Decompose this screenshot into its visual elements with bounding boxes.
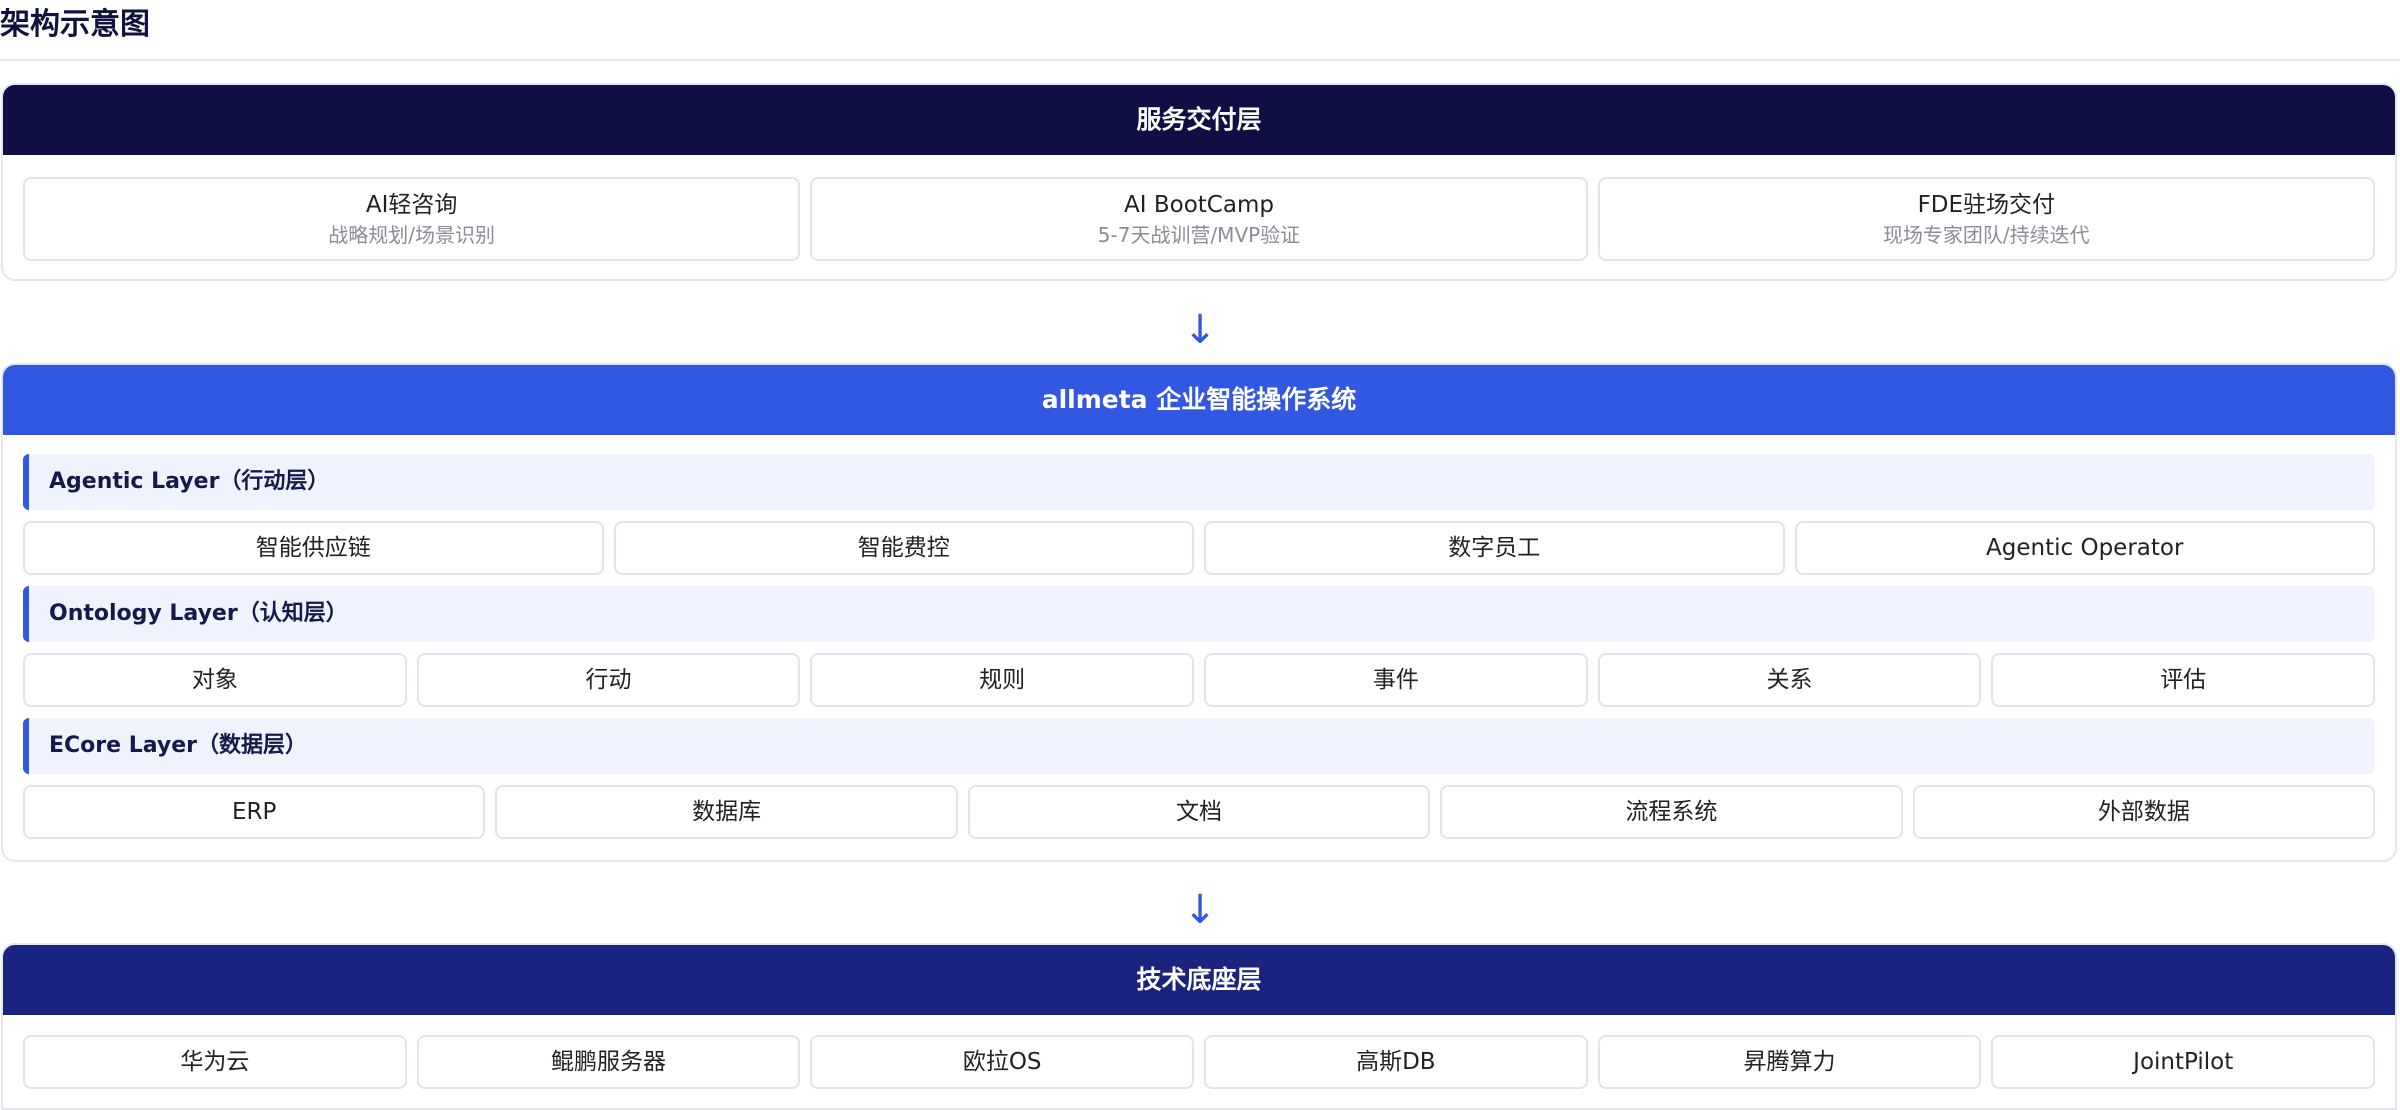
ontology-card[interactable]: 行动 (416, 653, 801, 707)
page-title: 架构示意图 (0, 7, 150, 42)
ontology-card[interactable]: 评估 (1991, 653, 2376, 707)
tech-card[interactable]: 华为云 (23, 1035, 407, 1089)
agentic-card[interactable]: 智能供应链 (23, 521, 604, 575)
agentic-card[interactable]: 智能费控 (613, 521, 1194, 575)
service-card-ai-bootcamp[interactable]: AI BootCamp 5-7天战训营/MVP验证 (810, 177, 1588, 261)
tech-card[interactable]: 高斯DB (1204, 1035, 1588, 1089)
down-arrow-icon: ↓ (1183, 887, 1217, 933)
service-layer-title: 服务交付层 (3, 85, 2395, 155)
agentic-layer-label: Agentic Layer（行动层） (23, 454, 2375, 510)
ecore-card[interactable]: 外部数据 (1912, 785, 2376, 839)
tech-layer-title: 技术底座层 (3, 945, 2395, 1015)
agentic-card[interactable]: Agentic Operator (1794, 521, 2375, 575)
service-layer-cards: AI轻咨询 战略规划/场景识别 AI BootCamp 5-7天战训营/MVP验… (23, 177, 2375, 261)
ontology-card[interactable]: 事件 (1204, 653, 1588, 707)
ontology-layer-label: Ontology Layer（认知层） (23, 586, 2375, 642)
ecore-card[interactable]: 流程系统 (1440, 785, 1903, 839)
service-layer-panel: 服务交付层 AI轻咨询 战略规划/场景识别 AI BootCamp 5-7天战训… (1, 83, 2397, 281)
ontology-card[interactable]: 规则 (810, 653, 1195, 707)
ecore-card[interactable]: 数据库 (495, 785, 958, 839)
ecore-layer-label: ECore Layer（数据层） (23, 718, 2375, 774)
ecore-card[interactable]: 文档 (967, 785, 1431, 839)
ontology-layer-cards: 对象 行动 规则 事件 关系 评估 (23, 653, 2376, 707)
service-card-fde-delivery[interactable]: FDE驻场交付 现场专家团队/持续迭代 (1597, 177, 2375, 261)
service-card-ai-consulting[interactable]: AI轻咨询 战略规划/场景识别 (23, 177, 801, 261)
ontology-card[interactable]: 对象 (23, 653, 407, 707)
os-layer-title: allmeta 企业智能操作系统 (3, 365, 2395, 435)
service-card-title: AI BootCamp (1124, 192, 1274, 218)
service-card-subtitle: 战略规划/场景识别 (328, 223, 496, 247)
ecore-layer-cards: ERP 数据库 文档 流程系统 外部数据 (23, 785, 2376, 839)
title-divider (0, 59, 2400, 61)
service-card-subtitle: 现场专家团队/持续迭代 (1882, 223, 2090, 247)
tech-layer-cards: 华为云 鲲鹏服务器 欧拉OS 高斯DB 昇腾算力 JointPilot (23, 1035, 2376, 1089)
tech-card[interactable]: JointPilot (1991, 1035, 2376, 1089)
tech-card[interactable]: 昇腾算力 (1597, 1035, 1982, 1089)
ontology-card[interactable]: 关系 (1597, 653, 1982, 707)
ecore-card[interactable]: ERP (23, 785, 486, 839)
agentic-card[interactable]: 数字员工 (1204, 521, 1785, 575)
service-card-title: FDE驻场交付 (1917, 192, 2056, 218)
tech-layer-panel: 技术底座层 华为云 鲲鹏服务器 欧拉OS 高斯DB 昇腾算力 JointPilo… (1, 943, 2397, 1110)
down-arrow-icon: ↓ (1183, 307, 1217, 353)
os-layer-panel: allmeta 企业智能操作系统 Agentic Layer（行动层） 智能供应… (1, 363, 2397, 862)
agentic-layer-cards: 智能供应链 智能费控 数字员工 Agentic Operator (23, 521, 2375, 575)
service-card-subtitle: 5-7天战训营/MVP验证 (1097, 223, 1301, 247)
tech-card[interactable]: 鲲鹏服务器 (416, 1035, 801, 1089)
service-card-title: AI轻咨询 (365, 192, 458, 218)
tech-card[interactable]: 欧拉OS (810, 1035, 1195, 1089)
